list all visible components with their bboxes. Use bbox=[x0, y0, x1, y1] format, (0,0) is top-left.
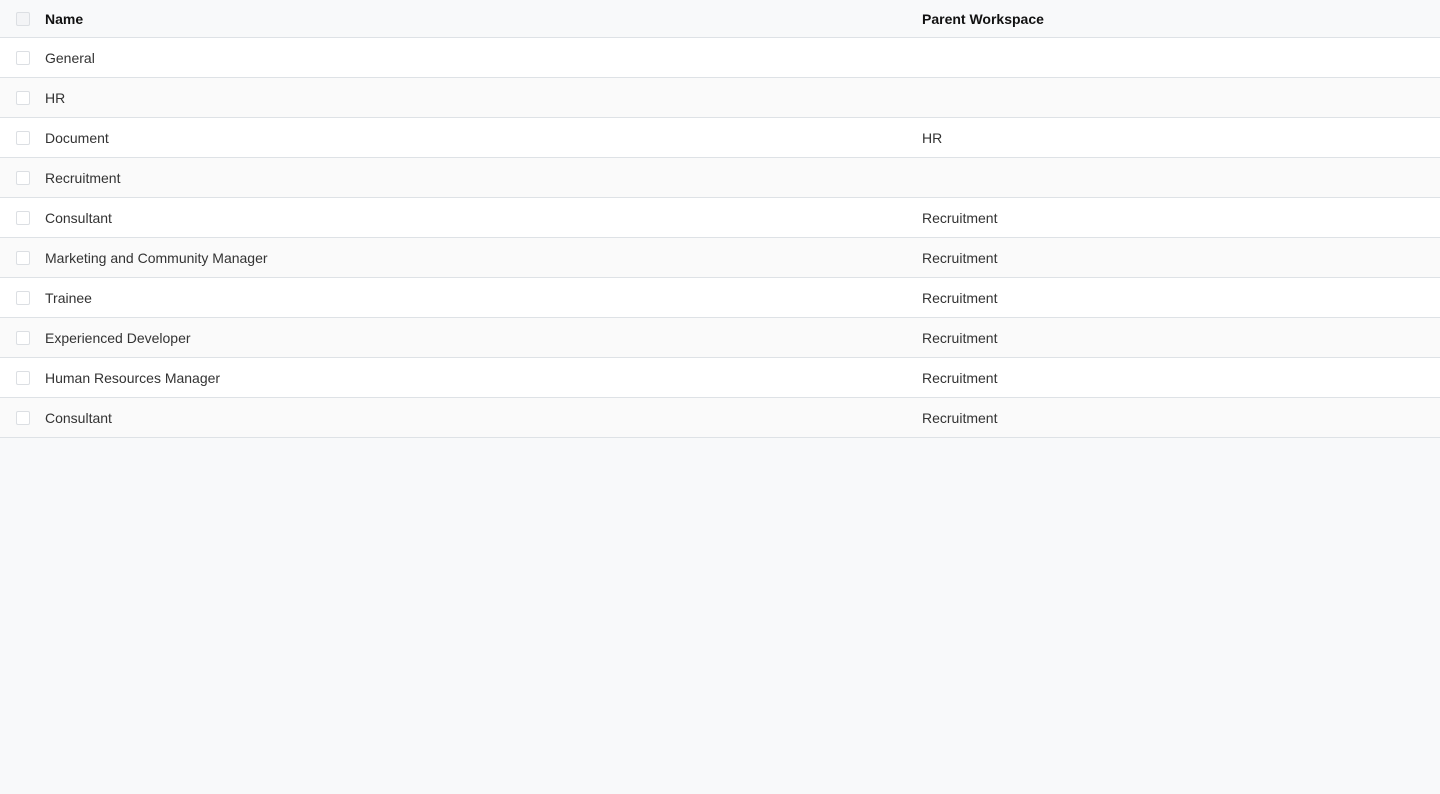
row-parent-workspace: Recruitment bbox=[922, 209, 998, 226]
table-body: General HR Document HR Recruitment Consu… bbox=[0, 38, 1440, 438]
row-checkbox[interactable] bbox=[16, 330, 30, 345]
row-checkbox[interactable] bbox=[16, 410, 30, 425]
row-name: General bbox=[45, 49, 95, 66]
row-name: Experienced Developer bbox=[45, 329, 191, 346]
row-checkbox[interactable] bbox=[16, 130, 30, 145]
row-checkbox[interactable] bbox=[16, 370, 30, 385]
row-parent-workspace: Recruitment bbox=[922, 409, 998, 426]
row-name: Consultant bbox=[45, 409, 112, 426]
row-select-cell[interactable] bbox=[16, 250, 30, 265]
row-select-cell[interactable] bbox=[16, 210, 30, 225]
table-row[interactable]: Trainee Recruitment bbox=[0, 278, 1440, 318]
row-checkbox[interactable] bbox=[16, 210, 30, 225]
row-select-cell[interactable] bbox=[16, 410, 30, 425]
table-row[interactable]: Document HR bbox=[0, 118, 1440, 158]
row-select-cell[interactable] bbox=[16, 50, 30, 65]
table-row[interactable]: Consultant Recruitment bbox=[0, 198, 1440, 238]
row-name: Human Resources Manager bbox=[45, 369, 221, 386]
row-select-cell[interactable] bbox=[16, 90, 30, 105]
row-select-cell[interactable] bbox=[16, 170, 30, 185]
table-row[interactable]: General bbox=[0, 38, 1440, 78]
table-row[interactable]: Experienced Developer Recruitment bbox=[0, 318, 1440, 358]
row-name: HR bbox=[45, 89, 66, 106]
row-name: Document bbox=[45, 129, 109, 146]
column-header-name[interactable]: Name bbox=[45, 11, 83, 27]
row-checkbox[interactable] bbox=[16, 290, 30, 305]
table-row[interactable]: Consultant Recruitment bbox=[0, 398, 1440, 438]
row-checkbox[interactable] bbox=[16, 90, 30, 105]
table-header: Name Parent Workspace bbox=[0, 0, 1440, 38]
table-row[interactable]: HR bbox=[0, 78, 1440, 118]
select-all-cell[interactable] bbox=[16, 11, 30, 26]
table-row[interactable]: Recruitment bbox=[0, 158, 1440, 198]
row-select-cell[interactable] bbox=[16, 130, 30, 145]
row-select-cell[interactable] bbox=[16, 330, 30, 345]
row-checkbox[interactable] bbox=[16, 50, 30, 65]
select-all-checkbox[interactable] bbox=[16, 11, 30, 26]
row-parent-workspace: Recruitment bbox=[922, 369, 998, 386]
row-checkbox[interactable] bbox=[16, 170, 30, 185]
row-select-cell[interactable] bbox=[16, 370, 30, 385]
table-row[interactable]: Marketing and Community Manager Recruitm… bbox=[0, 238, 1440, 278]
row-name: Trainee bbox=[45, 289, 92, 306]
row-name: Marketing and Community Manager bbox=[45, 249, 268, 266]
row-parent-workspace: Recruitment bbox=[922, 289, 998, 306]
column-header-parent-workspace[interactable]: Parent Workspace bbox=[922, 11, 1044, 27]
row-checkbox[interactable] bbox=[16, 250, 30, 265]
row-select-cell[interactable] bbox=[16, 290, 30, 305]
row-parent-workspace: Recruitment bbox=[922, 249, 998, 266]
table-row[interactable]: Human Resources Manager Recruitment bbox=[0, 358, 1440, 398]
row-parent-workspace: HR bbox=[922, 129, 943, 146]
row-name: Recruitment bbox=[45, 169, 121, 186]
workspace-list: Name Parent Workspace General HR Documen… bbox=[0, 0, 1440, 438]
row-name: Consultant bbox=[45, 209, 112, 226]
row-parent-workspace: Recruitment bbox=[922, 329, 998, 346]
